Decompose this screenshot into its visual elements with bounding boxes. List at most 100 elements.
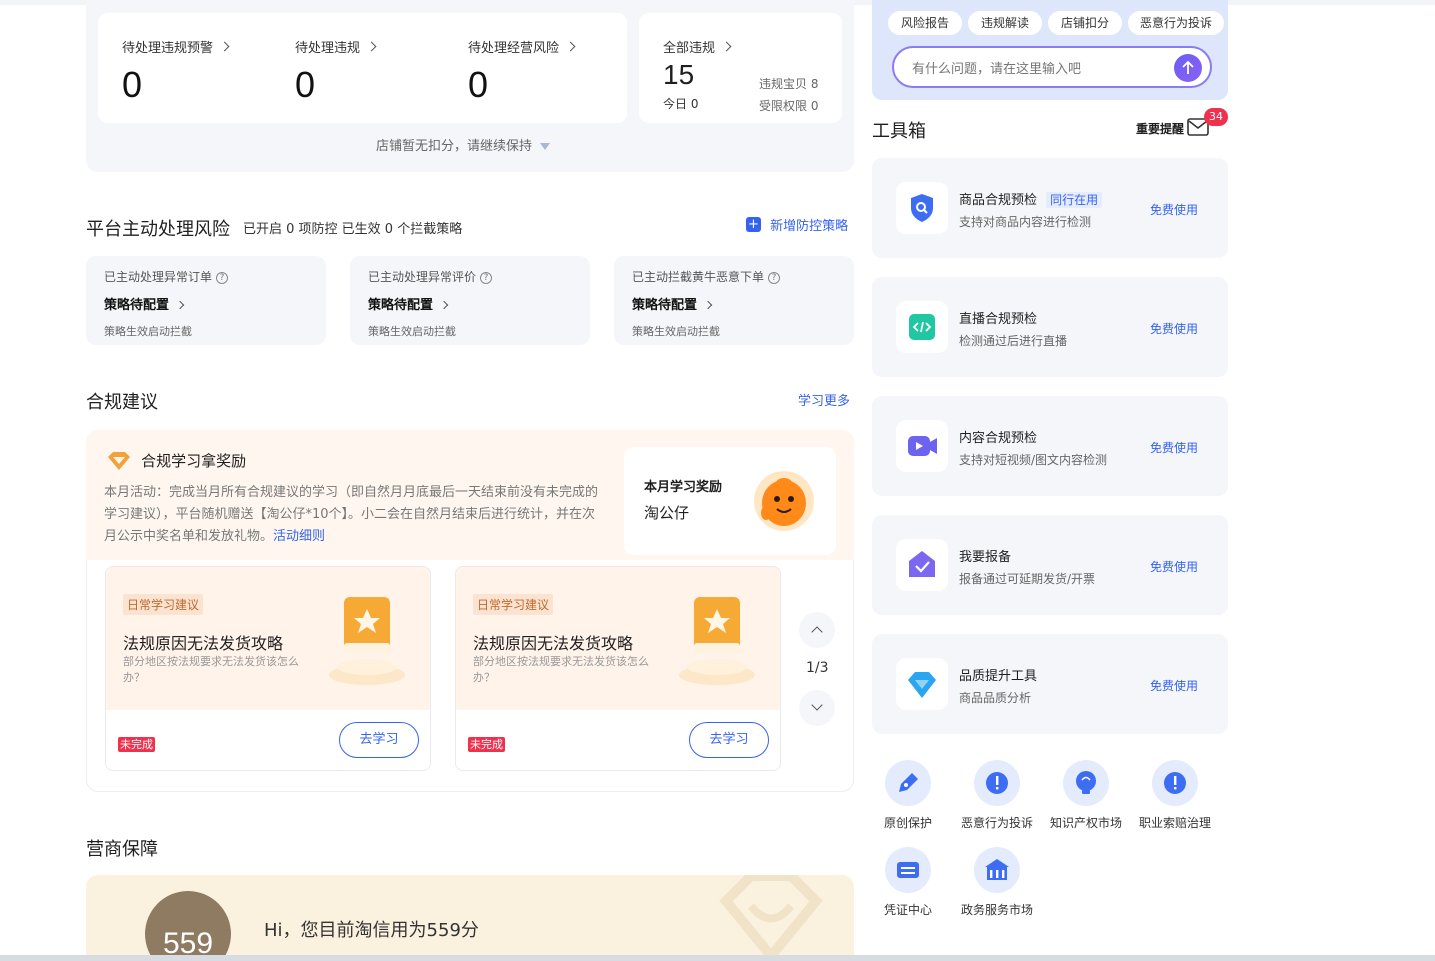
status-badge: 未完成 — [468, 737, 505, 752]
tool-name: 直播合规预检 — [959, 312, 1038, 327]
send-button[interactable] — [1174, 54, 1202, 82]
all-violations-value: 15 — [663, 59, 695, 90]
risk-card-title-text: 已主动拦截黄牛恶意下单 — [632, 270, 765, 284]
tool-content-check[interactable]: 内容合规预检 支持对短视频/图文内容检测 免费使用 — [872, 396, 1228, 496]
tool-desc: 检测通过后进行直播 — [959, 334, 1068, 348]
study-title: 法规原因无法发货攻略 — [473, 634, 634, 653]
report-check-icon — [909, 551, 935, 577]
taskbar-strip — [0, 955, 1435, 961]
important-remind-label[interactable]: 重要提醒 — [1136, 120, 1184, 137]
service-label: 原创保护 — [883, 816, 932, 830]
activity-rules-link[interactable]: 活动细则 — [273, 529, 325, 544]
risk-card-title: 已主动处理异常订单? — [104, 268, 229, 285]
free-use-button[interactable]: 免费使用 — [1150, 677, 1198, 694]
pending-violation[interactable]: 待处理违规 0 — [295, 37, 377, 106]
risk-section-title: 平台主动处理风险 — [86, 219, 230, 240]
service-label: 职业索赔治理 — [1138, 816, 1211, 830]
tool-icon-wrap — [896, 658, 948, 710]
tool-live-check[interactable]: 直播合规预检 检测通过后进行直播 免费使用 — [872, 277, 1228, 377]
chip-risk-report[interactable]: 风险报告 — [888, 11, 962, 35]
ask-input[interactable] — [892, 46, 1212, 88]
study-desc: 部分地区按法规要求无法发货该怎么办？ — [473, 655, 649, 684]
ask-input-field[interactable] — [912, 58, 1162, 78]
chip-store-deduction[interactable]: 店铺扣分 — [1048, 11, 1122, 35]
tool-product-check[interactable]: 商品合规预检 同行在用 支持对商品内容进行检测 免费使用 — [872, 158, 1228, 258]
pending-cards: 待处理违规预警 0 待处理违规 0 待处理经营风险 0 — [98, 13, 627, 123]
pending-risk[interactable]: 待处理经营风险 0 — [468, 37, 576, 106]
help-icon[interactable]: ? — [216, 271, 229, 284]
risk-card-status: 策略待配置 — [104, 294, 185, 313]
pending-risk-value: 0 — [468, 64, 489, 105]
service-icon-wrap — [885, 760, 931, 806]
go-study-button[interactable]: 去学习 — [339, 722, 419, 758]
tool-desc: 报备通过可延期发货/开票 — [959, 572, 1096, 586]
pending-violation-value: 0 — [295, 64, 316, 105]
today-label: 今日 — [663, 97, 688, 111]
pending-warning[interactable]: 待处理违规预警 0 — [122, 37, 230, 106]
chevron-right-icon — [175, 300, 185, 309]
diamond-icon — [908, 672, 936, 698]
violation-items: 违规宝贝 8 — [759, 77, 819, 91]
shield-watermark-icon — [719, 875, 823, 961]
today-count: 今日 0 — [663, 95, 698, 112]
pen-icon — [899, 773, 918, 792]
chip-malicious-complaint[interactable]: 恶意行为投诉 — [1128, 11, 1224, 35]
deduction-footer-text: 店铺暂无扣分，请继续保持 — [376, 139, 533, 154]
risk-card-status: 策略待配置 — [632, 294, 713, 313]
chip-violation-explain[interactable]: 违规解读 — [968, 11, 1042, 35]
go-study-button[interactable]: 去学习 — [689, 722, 769, 758]
service-label: 恶意行为投诉 — [960, 816, 1033, 830]
month-reward-label: 本月学习奖励 — [644, 480, 723, 495]
study-tag: 日常学习建议 — [123, 594, 204, 615]
risk-card-orders[interactable]: 已主动处理异常订单? 策略待配置 策略生效启动拦截 — [86, 256, 326, 345]
all-violations-card[interactable]: 全部违规 15 今日 0 违规宝贝 8 受限权限 0 — [639, 13, 842, 123]
chevron-right-icon — [565, 41, 576, 52]
prev-page-button[interactable] — [799, 612, 835, 648]
credit-text: Hi，您目前淘信用为559分 — [264, 920, 479, 941]
help-icon[interactable]: ? — [480, 271, 493, 284]
study-card[interactable]: 日常学习建议 法规原因无法发货攻略 部分地区按法规要求无法发货该怎么办？ 未完成… — [105, 566, 431, 771]
month-reward-value: 淘公仔 — [644, 504, 690, 522]
tool-name: 内容合规预检 — [959, 431, 1038, 446]
free-use-button[interactable]: 免费使用 — [1150, 558, 1198, 575]
reward-text-body: 本月活动：完成当月所有合规建议的学习（即自然月月底最后一天结束前没有未完成的学习… — [104, 485, 599, 544]
pending-warning-label: 待处理违规预警 — [122, 41, 214, 56]
risk-card-reviews[interactable]: 已主动处理异常评价? 策略待配置 策略生效启动拦截 — [350, 256, 590, 345]
free-use-button[interactable]: 免费使用 — [1150, 201, 1198, 218]
pending-risk-label: 待处理经营风险 — [468, 41, 560, 56]
video-icon — [908, 436, 937, 456]
service-label: 政务服务市场 — [960, 903, 1033, 917]
learn-more-link[interactable]: 学习更多 — [798, 390, 850, 409]
study-card-top: 日常学习建议 法规原因无法发货攻略 部分地区按法规要求无法发货该怎么办？ — [456, 567, 780, 710]
free-use-button[interactable]: 免费使用 — [1150, 439, 1198, 456]
gov-icon — [985, 859, 1009, 880]
toolbox-title: 工具箱 — [872, 121, 926, 142]
service-icon-wrap — [974, 847, 1020, 893]
deduction-footer[interactable]: 店铺暂无扣分，请继续保持 — [376, 135, 551, 154]
next-page-button[interactable] — [799, 690, 835, 726]
risk-card-title-text: 已主动处理异常订单 — [104, 270, 213, 284]
tool-name: 商品合规预检 — [959, 193, 1038, 208]
pending-violation-label: 待处理违规 — [295, 41, 361, 56]
arrow-up-icon — [1182, 60, 1194, 74]
tool-name: 我要报备 — [959, 550, 1012, 565]
alert-icon — [1164, 772, 1186, 794]
service-label: 知识产权市场 — [1049, 816, 1122, 830]
pending-warning-value: 0 — [122, 64, 143, 105]
tool-quality[interactable]: 品质提升工具 商品品质分析 免费使用 — [872, 634, 1228, 734]
free-use-button[interactable]: 免费使用 — [1150, 320, 1198, 337]
study-card[interactable]: 日常学习建议 法规原因无法发货攻略 部分地区按法规要求无法发货该怎么办？ 未完成… — [455, 566, 781, 771]
tool-desc: 支持对短视频/图文内容检测 — [959, 453, 1108, 467]
credit-score-badge: 559 — [145, 891, 231, 961]
book-star-icon — [329, 597, 405, 685]
add-strategy-button[interactable]: + 新增防控策略 — [746, 214, 848, 234]
study-desc: 部分地区按法规要求无法发货该怎么办？ — [123, 655, 299, 684]
advice-section-title: 合规建议 — [86, 392, 158, 413]
risk-card-scalper[interactable]: 已主动拦截黄牛恶意下单? 策略待配置 策略生效启动拦截 — [614, 256, 854, 345]
help-icon[interactable]: ? — [768, 271, 781, 284]
risk-card-status-text: 策略待配置 — [104, 298, 170, 313]
diamond-badge-icon — [108, 451, 130, 470]
risk-card-desc: 策略生效启动拦截 — [368, 325, 456, 338]
tool-report[interactable]: 我要报备 报备通过可延期发货/开票 免费使用 — [872, 515, 1228, 615]
reward-text: 本月活动：完成当月所有合规建议的学习（即自然月月底最后一天结束前没有未完成的学习… — [104, 482, 604, 548]
